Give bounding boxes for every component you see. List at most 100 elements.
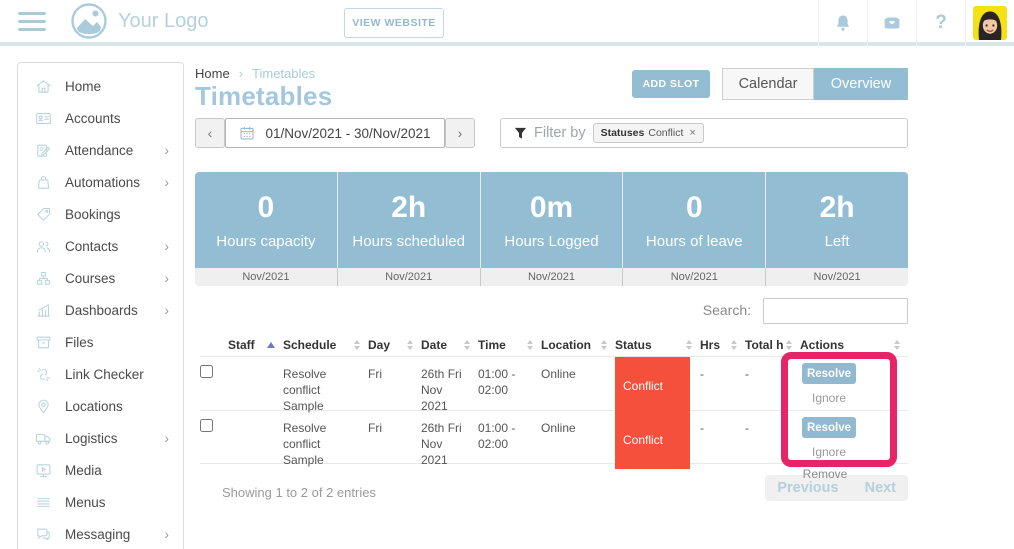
- tab-calendar[interactable]: Calendar: [722, 68, 814, 100]
- column-header-location[interactable]: Location: [541, 334, 615, 356]
- stat-card: 0m Hours Logged: [481, 172, 624, 268]
- chevron-right-icon: ›: [164, 431, 169, 445]
- cell-schedule: Resolve conflict Sample: [283, 411, 368, 469]
- resolve-button[interactable]: Resolve: [802, 363, 856, 384]
- column-header-time[interactable]: Time: [478, 334, 541, 356]
- row-checkbox[interactable]: [200, 365, 213, 378]
- row-checkbox-cell: [200, 411, 228, 469]
- stat-value: 2h: [391, 191, 426, 225]
- column-header-checkbox[interactable]: [200, 334, 228, 356]
- inbox-tray-icon: [881, 12, 903, 34]
- sidebar-item-label: Logistics: [65, 431, 118, 446]
- sidebar-item-automations[interactable]: Automations ›: [18, 166, 183, 198]
- sidebar-item-locations[interactable]: Locations: [18, 390, 183, 422]
- sort-icon: [354, 340, 360, 350]
- date-range-text: 01/Nov/2021 - 30/Nov/2021: [265, 126, 430, 141]
- tab-overview[interactable]: Overview: [814, 68, 908, 100]
- hamburger-menu-icon[interactable]: [18, 7, 48, 36]
- users-icon: [35, 238, 52, 255]
- sidebar-item-label: Locations: [65, 399, 123, 414]
- date-navigation: ‹ 01/Nov/2021 - 30/Nov/2021 ›: [195, 118, 475, 148]
- stat-period: Nov/2021: [481, 268, 624, 286]
- column-header-hrs[interactable]: Hrs: [700, 334, 745, 356]
- breadcrumb: Home › Timetables: [195, 66, 315, 81]
- sidebar-item-label: Accounts: [65, 111, 121, 126]
- prev-period-button[interactable]: ‹: [195, 118, 225, 148]
- avatar: [973, 6, 1007, 40]
- topbar-icon-group: ?: [818, 0, 1014, 46]
- inbox-button[interactable]: [867, 0, 916, 46]
- next-period-button[interactable]: ›: [445, 118, 475, 148]
- sidebar-item-contacts[interactable]: Contacts ›: [18, 230, 183, 262]
- user-menu[interactable]: [965, 0, 1014, 46]
- column-header-staff[interactable]: Staff: [228, 334, 283, 356]
- remove-link[interactable]: Remove: [790, 467, 860, 481]
- cell-staff: [228, 357, 283, 415]
- sidebar-item-logistics[interactable]: Logistics ›: [18, 422, 183, 454]
- sidebar-item-label: Automations: [65, 175, 140, 190]
- sidebar-item-home[interactable]: Home: [18, 70, 183, 102]
- stat-period: Nov/2021: [338, 268, 481, 286]
- cell-total-h: -: [745, 357, 800, 415]
- sidebar-item-files[interactable]: Files: [18, 326, 183, 358]
- search-label: Search:: [703, 302, 751, 318]
- add-slot-button[interactable]: ADD SLOT: [632, 70, 710, 98]
- resolve-button[interactable]: Resolve: [802, 417, 856, 438]
- column-header-status[interactable]: Status: [615, 334, 700, 356]
- search-input[interactable]: [763, 298, 908, 324]
- top-bar: Your Logo VIEW WEBSITE ?: [0, 0, 1014, 46]
- column-header-total-h[interactable]: Total h: [745, 334, 800, 356]
- next-page-button[interactable]: Next: [865, 480, 896, 496]
- id-card-icon: [35, 110, 52, 127]
- clipboard-edit-icon: [35, 142, 52, 159]
- sidebar-item-courses[interactable]: Courses ›: [18, 262, 183, 294]
- sidebar-item-menus[interactable]: Menus: [18, 486, 183, 518]
- filter-bar[interactable]: Filter by Statuses Conflict ×: [500, 118, 908, 148]
- monitor-icon: [35, 462, 52, 479]
- sidebar-item-attendance[interactable]: Attendance ›: [18, 134, 183, 166]
- stat-value: 0m: [530, 191, 573, 225]
- stat-card: 0 Hours of leave: [623, 172, 766, 268]
- ignore-link[interactable]: Ignore: [812, 444, 846, 460]
- ignore-link[interactable]: Ignore: [812, 390, 846, 406]
- cell-time: 01:00 - 02:00: [478, 411, 541, 469]
- sidebar-item-accounts[interactable]: Accounts: [18, 102, 183, 134]
- sidebar-item-label: Attendance: [65, 143, 133, 158]
- row-checkbox[interactable]: [200, 419, 213, 432]
- sidebar-item-label: Home: [65, 79, 101, 94]
- column-header-date[interactable]: Date: [421, 334, 478, 356]
- question-mark-icon: ?: [935, 12, 947, 34]
- page-title: Timetables: [195, 81, 332, 112]
- column-header-actions[interactable]: Actions: [800, 334, 908, 356]
- sidebar-item-label: Dashboards: [65, 303, 138, 318]
- sort-icon: [786, 340, 792, 350]
- sidebar-item-messaging[interactable]: Messaging ›: [18, 518, 183, 549]
- stat-value: 2h: [820, 191, 855, 225]
- cell-location: Online: [541, 411, 615, 469]
- sort-icon: [407, 340, 413, 350]
- cell-date: 26th Fri Nov 2021: [421, 357, 478, 415]
- truck-icon: [35, 430, 52, 447]
- notifications-button[interactable]: [818, 0, 867, 46]
- sort-icon: [601, 340, 607, 350]
- view-website-button[interactable]: VIEW WEBSITE: [344, 8, 444, 38]
- sidebar-item-link-checker[interactable]: Link Checker: [18, 358, 183, 390]
- date-range-picker[interactable]: 01/Nov/2021 - 30/Nov/2021: [225, 118, 445, 148]
- sidebar: Home Accounts Attendance › Automations ›…: [17, 62, 184, 549]
- sidebar-item-bookings[interactable]: Bookings: [18, 198, 183, 230]
- sidebar-item-dashboards[interactable]: Dashboards ›: [18, 294, 183, 326]
- blocks-icon: [35, 270, 52, 287]
- stat-period: Nov/2021: [766, 268, 908, 286]
- help-button[interactable]: ?: [916, 0, 965, 46]
- logo[interactable]: Your Logo: [70, 2, 208, 40]
- column-header-schedule[interactable]: Schedule: [283, 334, 368, 356]
- table-row: Resolve conflict Sample Fri 26th Fri Nov…: [200, 410, 908, 464]
- sidebar-item-media[interactable]: Media: [18, 454, 183, 486]
- breadcrumb-home-link[interactable]: Home: [195, 66, 230, 81]
- chip-close-icon[interactable]: ×: [689, 127, 695, 139]
- cell-date: 26th Fri Nov 2021: [421, 411, 478, 469]
- chevron-right-icon: ›: [164, 175, 169, 189]
- column-header-day[interactable]: Day: [368, 334, 421, 356]
- previous-page-button[interactable]: Previous: [777, 480, 838, 496]
- logo-text: Your Logo: [118, 10, 208, 33]
